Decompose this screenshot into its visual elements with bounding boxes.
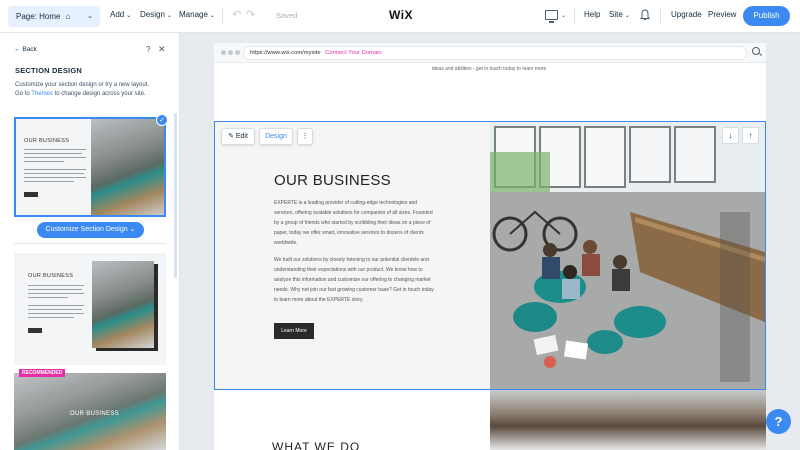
card-text-line: [24, 157, 86, 159]
desktop-icon[interactable]: [545, 10, 558, 23]
top-bar: Page: Home ⌂ ⌄ Add ⌄ Design ⌄ Manage ⌄ ↶ ↷ …: [0, 0, 800, 33]
selected-section[interactable]: OUR BUSINESS EXPERTE is a leading provid…: [214, 121, 766, 390]
card-title: OUR BUSINESS: [28, 273, 74, 279]
move-down-button[interactable]: ↓: [722, 127, 739, 144]
desc-line-1: Customize your section design or try a n…: [15, 82, 150, 88]
browser-bar: https://www.wix.com/mysite Connect Your …: [214, 43, 766, 63]
check-icon: ✓: [156, 114, 168, 126]
chevron-down-icon: ⌄: [87, 13, 93, 20]
site-menu[interactable]: Site ⌄: [609, 10, 630, 19]
menu-manage[interactable]: Manage ⌄: [179, 10, 215, 19]
next-section-title: WHAT WE DO: [272, 440, 361, 450]
design-card-1[interactable]: OUR BUSINESS: [14, 117, 166, 217]
divider: [574, 8, 575, 25]
scrollbar[interactable]: [174, 113, 177, 278]
connect-domain-link[interactable]: Connect Your Domain: [325, 50, 381, 56]
publish-button[interactable]: Publish: [743, 6, 790, 26]
card-text-line: [28, 285, 84, 287]
card-text-line: [28, 309, 82, 311]
card-text-line: [28, 305, 84, 307]
card-text-line: [24, 149, 86, 151]
menu-add-label: Add: [110, 10, 125, 19]
card-text-line: [28, 317, 74, 319]
separator: [14, 243, 166, 244]
section-text-column: OUR BUSINESS EXPERTE is a leading provid…: [215, 122, 490, 389]
home-icon: ⌂: [65, 12, 71, 21]
themes-link[interactable]: Themes: [31, 91, 53, 97]
customize-section-design-button[interactable]: Customize Section Design ⌄: [37, 222, 144, 238]
page-selector[interactable]: Page: Home ⌂ ⌄: [8, 6, 100, 27]
edit-button[interactable]: ✎ Edit: [221, 128, 255, 145]
help-bubble-icon[interactable]: ?: [766, 409, 791, 434]
section-photo: ↓ ↑: [490, 122, 765, 389]
card-text-line: [24, 169, 86, 171]
card-text-line: [28, 293, 84, 295]
previous-section-text: ideas and abilities - get in touch today…: [431, 66, 547, 72]
upgrade-link[interactable]: Upgrade: [671, 10, 702, 19]
move-up-button[interactable]: ↑: [742, 127, 759, 144]
window-dot: [228, 50, 233, 55]
menu-manage-label: Manage: [179, 10, 208, 19]
card-button-preview: [24, 192, 38, 197]
card-photo: [91, 119, 164, 215]
help-menu[interactable]: Help: [584, 10, 600, 19]
card-text-line: [24, 153, 82, 155]
card-text-line: [24, 177, 86, 179]
desc-line-2-post: to change design across your site.: [52, 91, 146, 97]
chevron-down-icon: ⌄: [209, 13, 215, 19]
design-card-2[interactable]: OUR BUSINESS: [14, 253, 166, 365]
card-title: OUR BUSINESS: [70, 411, 119, 417]
preview-link[interactable]: Preview: [708, 10, 736, 19]
edit-label: Edit: [235, 133, 248, 140]
chevron-down-icon: ⌄: [166, 13, 172, 19]
panel-title: SECTION DESIGN: [15, 66, 82, 75]
window-dot: [221, 50, 226, 55]
chevron-down-icon[interactable]: ⌄: [561, 12, 566, 19]
divider: [222, 8, 223, 25]
card-text-line: [24, 173, 84, 175]
learn-more-button[interactable]: Learn More: [274, 323, 314, 339]
help-icon[interactable]: ?: [146, 45, 150, 54]
recommended-badge: RECOMMENDED: [19, 369, 66, 377]
card-text-line: [24, 181, 74, 183]
section-paragraph-2: We built our solutions by closely listen…: [274, 257, 434, 303]
url-text: https://www.wix.com/mysite: [250, 50, 321, 56]
chevron-down-icon: ⌄: [126, 13, 132, 19]
bell-icon[interactable]: [640, 9, 650, 21]
save-status: Saved: [276, 11, 298, 20]
zoom-icon[interactable]: [752, 47, 760, 55]
card-photo: [92, 261, 154, 348]
card-text-line: [28, 313, 84, 315]
section-paragraph-1: EXPERTE is a leading provider of cutting…: [274, 200, 433, 246]
design-button[interactable]: Design: [259, 128, 293, 145]
close-icon[interactable]: ✕: [158, 44, 166, 55]
window-dot: [235, 50, 240, 55]
page-selector-label: Page: Home: [16, 12, 61, 21]
menu-add[interactable]: Add ⌄: [110, 10, 131, 19]
card-title: OUR BUSINESS: [24, 138, 70, 144]
wix-logo: WiX: [389, 8, 414, 22]
desc-line-2-pre: Go to: [15, 91, 32, 97]
next-section-photo: [490, 390, 766, 450]
menu-design-label: Design: [140, 10, 165, 19]
url-field: https://www.wix.com/mysite Connect Your …: [243, 46, 747, 60]
divider: [660, 8, 661, 25]
office-photo: [490, 122, 765, 389]
back-label: Back: [22, 46, 37, 53]
card-button-preview: [28, 328, 42, 333]
customize-button-label: Customize Section Design: [45, 226, 128, 233]
menu-design[interactable]: Design ⌄: [140, 10, 172, 19]
back-button[interactable]: ← Back: [14, 46, 37, 53]
section-title: OUR BUSINESS: [274, 172, 391, 189]
panel-description: Customize your section design or try a n…: [15, 81, 165, 99]
card-text-line: [24, 161, 64, 163]
chevron-down-icon: ⌄: [624, 13, 630, 19]
redo-icon[interactable]: ↷: [246, 8, 255, 21]
card-text-line: [28, 297, 68, 299]
card-text-line: [28, 289, 82, 291]
design-card-3[interactable]: OUR BUSINESS: [14, 373, 166, 450]
undo-icon[interactable]: ↶: [232, 8, 241, 21]
site-menu-label: Site: [609, 10, 623, 19]
more-options-button[interactable]: ⋮: [297, 128, 313, 145]
